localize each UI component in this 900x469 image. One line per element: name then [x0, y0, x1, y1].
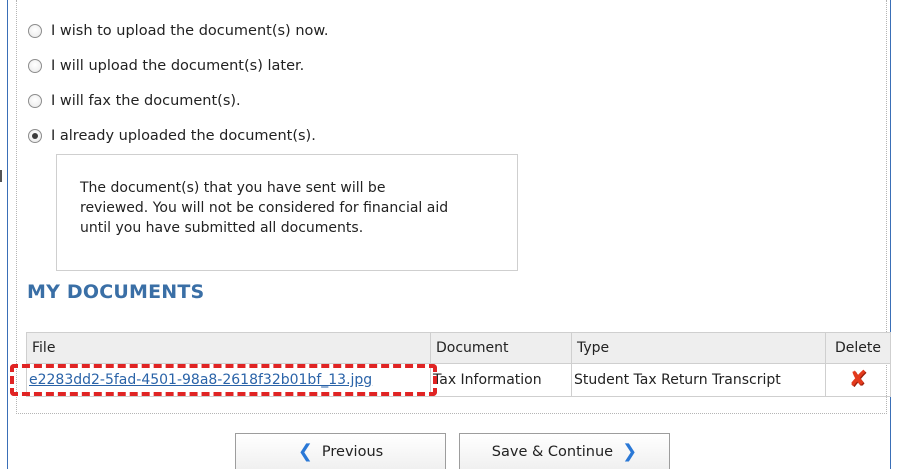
option-already-uploaded[interactable]: I already uploaded the document(s). [28, 125, 316, 147]
info-line: reviewed. You will not be considered for… [80, 200, 449, 216]
option-label: I wish to upload the document(s) now. [51, 23, 329, 39]
info-line: The document(s) that you have sent will … [80, 180, 386, 196]
page-frame: I wish to upload the document(s) now. I … [0, 0, 900, 469]
header-file: File [26, 332, 431, 364]
table-row: e2283dd2-5fad-4501-98a8-2618f32b01bf_13.… [26, 363, 891, 397]
save-continue-label: Save & Continue [491, 443, 614, 460]
right-border [890, 0, 891, 469]
previous-button[interactable]: ❮ Previous [235, 433, 446, 469]
delete-icon[interactable]: ✘ [849, 369, 867, 391]
option-upload-later[interactable]: I will upload the document(s) later. [28, 55, 304, 77]
left-border [7, 0, 8, 469]
cell-type: Student Tax Return Transcript [571, 363, 826, 397]
table-header-row: File Document Type Delete [26, 332, 891, 364]
radio-upload-now[interactable] [28, 24, 42, 38]
documents-table: File Document Type Delete e2283dd2-5fad-… [26, 332, 891, 397]
header-document: Document [430, 332, 572, 364]
cell-file: e2283dd2-5fad-4501-98a8-2618f32b01bf_13.… [26, 363, 431, 397]
header-type: Type [571, 332, 826, 364]
chevron-right-icon: ❯ [622, 441, 638, 462]
previous-label: Previous [321, 443, 384, 460]
info-line: until you have submitted all documents. [80, 220, 364, 236]
header-delete: Delete [825, 332, 891, 364]
radio-upload-later[interactable] [28, 59, 42, 73]
radio-fax[interactable] [28, 94, 42, 108]
option-label: I will upload the document(s) later. [51, 58, 305, 74]
option-fax[interactable]: I will fax the document(s). [28, 90, 241, 112]
option-upload-now[interactable]: I wish to upload the document(s) now. [28, 20, 329, 42]
section-title: MY DOCUMENTS [27, 281, 205, 303]
file-link[interactable]: e2283dd2-5fad-4501-98a8-2618f32b01bf_13.… [29, 372, 372, 388]
radio-already-uploaded[interactable] [28, 129, 42, 143]
save-continue-button[interactable]: Save & Continue ❯ [459, 433, 670, 469]
cell-document: Tax Information [430, 363, 572, 397]
info-message-box: The document(s) that you have sent will … [56, 154, 518, 271]
chevron-left-icon: ❮ [297, 441, 313, 462]
left-marker [0, 170, 2, 182]
cell-delete: ✘ [825, 363, 891, 397]
option-label: I already uploaded the document(s). [51, 128, 316, 144]
option-label: I will fax the document(s). [51, 93, 241, 109]
